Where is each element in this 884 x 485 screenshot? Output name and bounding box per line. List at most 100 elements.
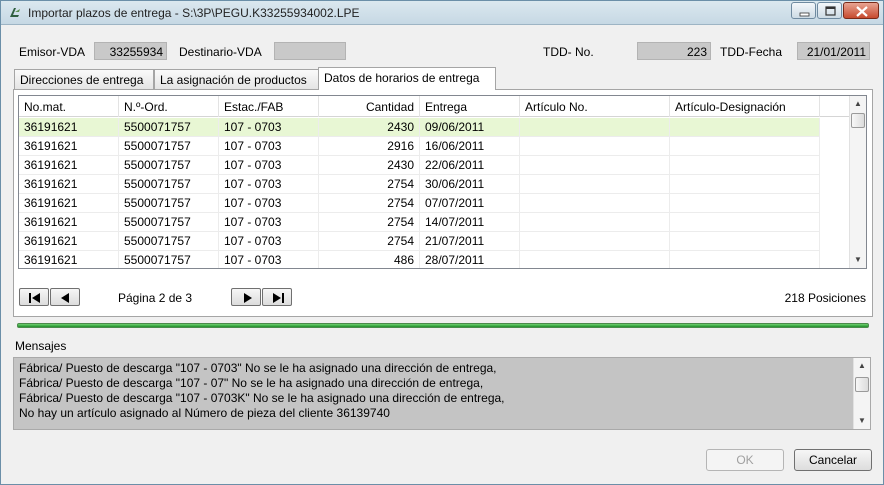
cell-articulo-no <box>520 213 670 232</box>
table-row[interactable]: 36191621 5500071757 107 - 0703 486 28/07/201… <box>19 251 820 268</box>
table-vertical-scrollbar[interactable]: ▲ ▼ <box>849 96 866 268</box>
message-line: Fábrica/ Puesto de descarga "107 - 0703K… <box>19 391 505 405</box>
cell-entrega: 30/06/2011 <box>420 175 520 194</box>
cell-entrega: 22/06/2011 <box>420 156 520 175</box>
cell-articulo-designacion <box>670 213 820 232</box>
cell-cantidad: 2430 <box>319 118 420 137</box>
scroll-thumb[interactable] <box>855 377 869 392</box>
messages-vertical-scrollbar[interactable]: ▲ ▼ <box>853 358 870 429</box>
cell-no-mat: 36191621 <box>19 194 119 213</box>
cell-estac-fab: 107 - 0703 <box>219 156 319 175</box>
cell-articulo-designacion <box>670 232 820 251</box>
cell-entrega: 14/07/2011 <box>420 213 520 232</box>
table-row[interactable]: 36191621 5500071757 107 - 0703 2754 07/07/20… <box>19 194 820 213</box>
cell-estac-fab: 107 - 0703 <box>219 232 319 251</box>
positions-count: 218 Posiciones <box>784 291 866 305</box>
scroll-up-arrow-icon[interactable]: ▲ <box>850 96 866 112</box>
tab-panel: No.mat. N.º-Ord. Estac./FAB Cantidad Ent… <box>13 89 873 317</box>
emisor-label: Emisor-VDA <box>19 45 86 59</box>
cell-entrega: 21/07/2011 <box>420 232 520 251</box>
cell-articulo-no <box>520 175 670 194</box>
cell-estac-fab: 107 - 0703 <box>219 194 319 213</box>
scroll-down-arrow-icon[interactable]: ▼ <box>850 252 866 268</box>
cell-articulo-no <box>520 194 670 213</box>
table-header: No.mat. N.º-Ord. Estac./FAB Cantidad Ent… <box>19 96 852 117</box>
cell-cantidad: 2430 <box>319 156 420 175</box>
cell-no-mat: 36191621 <box>19 156 119 175</box>
cell-cantidad: 2754 <box>319 213 420 232</box>
cancel-button[interactable]: Cancelar <box>794 449 872 471</box>
cell-no-ord: 5500071757 <box>119 232 219 251</box>
column-header-no-mat[interactable]: No.mat. <box>19 96 119 117</box>
cell-articulo-no <box>520 137 670 156</box>
cell-no-mat: 36191621 <box>19 137 119 156</box>
tdd-no-value: 223 <box>637 42 711 60</box>
scroll-down-arrow-icon[interactable]: ▼ <box>854 413 870 429</box>
last-page-icon <box>273 293 284 303</box>
title-bar[interactable]: Importar plazos de entrega - S:\3P\PEGU.… <box>1 1 883 25</box>
cell-no-ord: 5500071757 <box>119 175 219 194</box>
cell-articulo-designacion <box>670 137 820 156</box>
first-page-icon <box>29 293 40 303</box>
tdd-no-label: TDD- No. <box>543 45 594 59</box>
message-line: No hay un artículo asignado al Número de… <box>19 406 390 420</box>
cell-articulo-no <box>520 118 670 137</box>
previous-page-button[interactable] <box>50 288 80 306</box>
column-header-cantidad[interactable]: Cantidad <box>319 96 420 117</box>
cell-cantidad: 486 <box>319 251 420 268</box>
cell-no-mat: 36191621 <box>19 232 119 251</box>
table-row[interactable]: 36191621 5500071757 107 - 0703 2916 16/06/20… <box>19 137 820 156</box>
column-header-estac-fab[interactable]: Estac./FAB <box>219 96 319 117</box>
progress-bar <box>17 323 869 328</box>
cell-articulo-designacion <box>670 156 820 175</box>
cell-no-ord: 5500071757 <box>119 118 219 137</box>
scroll-thumb[interactable] <box>851 113 865 128</box>
window-title: Importar plazos de entrega - S:\3P\PEGU.… <box>28 6 360 20</box>
cell-no-ord: 5500071757 <box>119 194 219 213</box>
ok-button[interactable]: OK <box>706 449 784 471</box>
table-row[interactable]: 36191621 5500071757 107 - 0703 2754 30/06/20… <box>19 175 820 194</box>
column-header-articulo-no[interactable]: Artículo No. <box>520 96 670 117</box>
cell-articulo-no <box>520 156 670 175</box>
tab-datos-horarios-entrega[interactable]: Datos de horarios de entrega <box>318 67 496 90</box>
tdd-fecha-label: TDD-Fecha <box>720 45 783 59</box>
column-header-entrega[interactable]: Entrega <box>420 96 520 117</box>
tab-asignacion-productos[interactable]: La asignación de productos <box>154 69 319 89</box>
cell-articulo-designacion <box>670 118 820 137</box>
cell-cantidad: 2916 <box>319 137 420 156</box>
table-row[interactable]: 36191621 5500071757 107 - 0703 2430 22/06/20… <box>19 156 820 175</box>
cell-articulo-no <box>520 232 670 251</box>
minimize-button[interactable] <box>791 2 816 19</box>
close-icon <box>856 6 868 17</box>
cell-estac-fab: 107 - 0703 <box>219 251 319 268</box>
minimize-icon <box>799 12 810 17</box>
previous-page-icon <box>61 293 69 303</box>
table-row[interactable]: 36191621 5500071757 107 - 0703 2430 09/06/20… <box>19 118 820 137</box>
app-logo-icon <box>10 8 20 17</box>
scroll-up-arrow-icon[interactable]: ▲ <box>854 358 870 374</box>
cell-no-ord: 5500071757 <box>119 213 219 232</box>
cell-entrega: 07/07/2011 <box>420 194 520 213</box>
first-page-button[interactable] <box>19 288 49 306</box>
last-page-button[interactable] <box>262 288 292 306</box>
message-line: Fábrica/ Puesto de descarga "107 - 0703"… <box>19 361 497 375</box>
import-dialog-window: Importar plazos de entrega - S:\3P\PEGU.… <box>0 0 884 485</box>
tab-direcciones-entrega[interactable]: Direcciones de entrega <box>14 69 154 89</box>
maximize-button[interactable] <box>817 2 842 19</box>
maximize-icon <box>825 6 836 16</box>
cell-no-mat: 36191621 <box>19 213 119 232</box>
table-row[interactable]: 36191621 5500071757 107 - 0703 2754 14/07/20… <box>19 213 820 232</box>
messages-label: Mensajes <box>15 339 67 353</box>
cell-articulo-designacion <box>670 175 820 194</box>
next-page-button[interactable] <box>231 288 261 306</box>
cell-articulo-no <box>520 251 670 268</box>
cell-no-mat: 36191621 <box>19 175 119 194</box>
cell-estac-fab: 107 - 0703 <box>219 137 319 156</box>
close-window-button[interactable] <box>843 2 879 19</box>
table-row[interactable]: 36191621 5500071757 107 - 0703 2754 21/07/20… <box>19 232 820 251</box>
column-header-articulo-designacion[interactable]: Artículo-Designación <box>670 96 820 117</box>
column-header-no-ord[interactable]: N.º-Ord. <box>119 96 219 117</box>
messages-box[interactable]: Fábrica/ Puesto de descarga "107 - 0703"… <box>13 357 871 430</box>
cell-no-mat: 36191621 <box>19 118 119 137</box>
cell-no-mat: 36191621 <box>19 251 119 268</box>
